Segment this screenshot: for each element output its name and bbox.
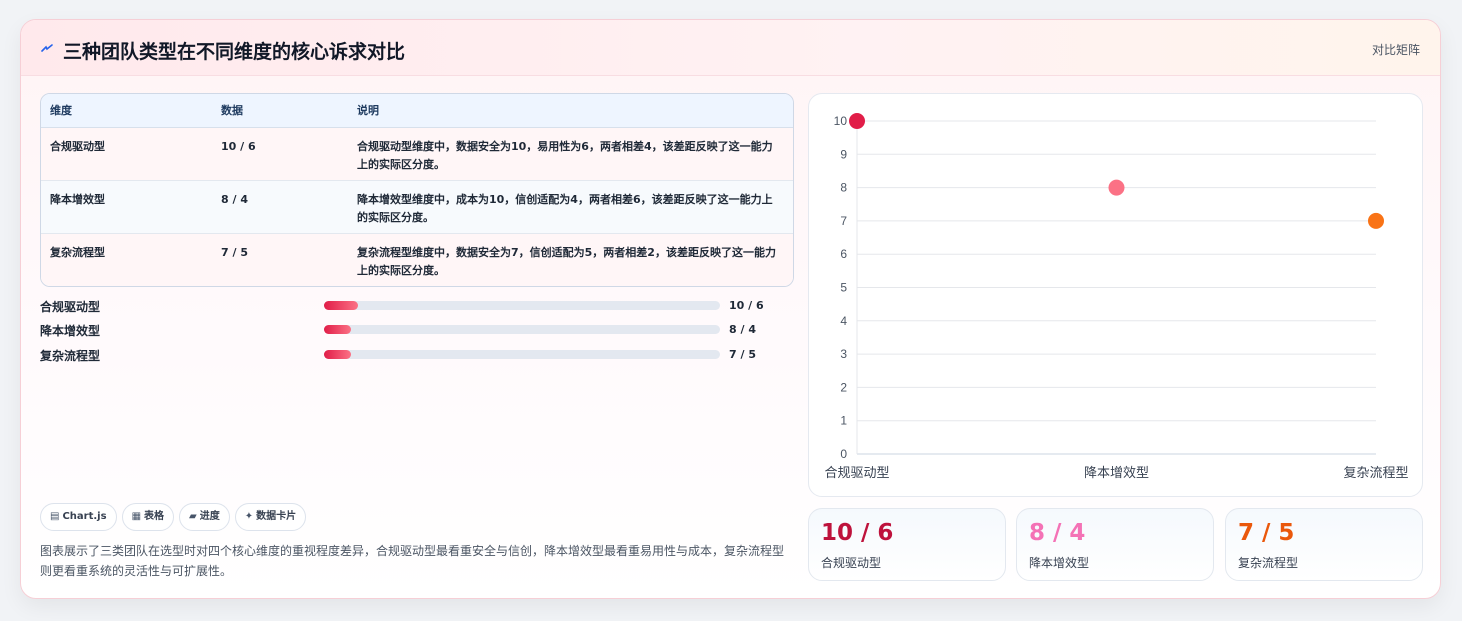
chart-canvas: 0 1 2 3 4 5 6 7 8 9 10 合规驱动型 降本增效型 复杂流程型 <box>824 113 1409 481</box>
cell-data: 7 / 5 <box>221 232 357 286</box>
data-point <box>849 113 865 129</box>
progress-icon: ▰ <box>189 511 197 522</box>
scatter-chart: 0 1 2 3 4 5 6 7 8 9 10 合规驱动型 降本增效型 复杂流程型 <box>808 93 1423 497</box>
stat-card: 8 / 4 降本增效型 <box>1016 508 1214 581</box>
progress-row: 降本增效型 8 / 4 <box>40 320 800 338</box>
y-tick-label: 5 <box>840 281 847 295</box>
y-tick-label: 9 <box>840 147 847 161</box>
table-row: 降本增效型 8 / 4 降本增效型维度中，成本为10，信创适配为4，两者相差6，… <box>41 179 793 233</box>
table-row: 复杂流程型 7 / 5 复杂流程型维度中，数据安全为7，信创适配为5，两者相差2… <box>41 232 793 286</box>
progress-track <box>324 350 720 359</box>
column-header-data: 数据 <box>221 94 357 128</box>
table-icon: ▦ <box>131 511 142 522</box>
page-title: 三种团队类型在不同维度的核心诉求对比 <box>63 41 406 63</box>
progress-fill <box>324 325 351 334</box>
y-tick-label: 1 <box>840 414 847 428</box>
lightning-icon <box>41 44 53 52</box>
progress-value: 8 / 4 <box>729 323 756 336</box>
cell-data: 8 / 4 <box>221 179 357 233</box>
y-tick-label: 3 <box>840 347 847 361</box>
table-header-row: 维度 数据 说明 <box>41 94 793 128</box>
stat-value: 7 / 5 <box>1238 520 1295 546</box>
column-header-dimension: 维度 <box>41 94 221 128</box>
chip-data-card[interactable]: ✦ 数据卡片 <box>234 503 307 531</box>
matrix-badge[interactable]: 对比矩阵 <box>1372 41 1420 58</box>
cell-dimension: 合规驱动型 <box>50 139 105 153</box>
cell-note: 合规驱动型维度中，数据安全为10，易用性为6，两者相差4，该差距反映了这一能力上… <box>357 139 773 171</box>
progress-label: 复杂流程型 <box>40 349 101 363</box>
y-tick-label: 6 <box>840 247 847 261</box>
y-tick-label: 2 <box>840 380 847 394</box>
progress-track <box>324 301 720 310</box>
y-tick-label: 10 <box>834 114 848 128</box>
cell-dimension: 降本增效型 <box>41 179 221 233</box>
cell-dimension: 复杂流程型 <box>41 232 221 286</box>
table-row: 合规驱动型 10 / 6 合规驱动型维度中，数据安全为10，易用性为6，两者相差… <box>41 127 793 180</box>
progress-fill <box>324 350 351 359</box>
chip-label: 进度 <box>199 511 220 522</box>
comparison-table: 维度 数据 说明 合规驱动型 10 / 6 合规驱动型维度中，数据安全为10，易… <box>40 93 794 287</box>
y-tick-label: 8 <box>840 181 847 195</box>
chart-icon: ▤ <box>50 511 60 522</box>
cell-note: 降本增效型维度中，成本为10，信创适配为4，两者相差6，该差距反映了这一能力上的… <box>357 179 793 233</box>
stat-label: 降本增效型 <box>1029 556 1090 570</box>
cell-note: 复杂流程型维度中，数据安全为7，信创适配为5，两者相差2，该差距反映了这一能力上… <box>357 232 793 286</box>
data-point <box>1108 179 1125 196</box>
data-point <box>1368 212 1384 229</box>
stat-card: 10 / 6 合规驱动型 <box>808 508 1006 581</box>
stat-card: 7 / 5 复杂流程型 <box>1225 508 1423 581</box>
stat-label: 复杂流程型 <box>1238 556 1299 570</box>
y-tick-label: 7 <box>840 214 847 228</box>
progress-row: 复杂流程型 7 / 5 <box>40 345 800 363</box>
comparison-card: 三种团队类型在不同维度的核心诉求对比 对比矩阵 维度 数据 说明 合规驱动型 1… <box>20 19 1441 599</box>
progress-label: 合规驱动型 <box>40 300 101 314</box>
chip-label: 数据卡片 <box>256 511 297 522</box>
y-tick-label: 0 <box>840 447 847 461</box>
card-header: 三种团队类型在不同维度的核心诉求对比 对比矩阵 <box>21 20 1440 76</box>
feature-chips: ▤ Chart.js ▦ 表格 ▰ 进度 ✦ 数据卡片 <box>40 503 311 531</box>
progress-value: 7 / 5 <box>729 348 756 361</box>
chip-label: Chart.js <box>62 511 107 522</box>
chip-chartjs[interactable]: ▤ Chart.js <box>40 503 117 531</box>
stat-label: 合规驱动型 <box>821 556 882 570</box>
progress-fill <box>324 301 358 310</box>
progress-row: 合规驱动型 10 / 6 <box>40 296 800 314</box>
chip-label: 表格 <box>144 511 165 522</box>
x-tick-label: 合规驱动型 <box>824 466 889 481</box>
x-tick-label: 降本增效型 <box>1084 466 1149 481</box>
chart-description: 图表展示了三类团队在选型时对四个核心维度的重视程度差异，合规驱动型最看重安全与信… <box>40 544 785 578</box>
chip-table[interactable]: ▦ 表格 <box>121 503 175 531</box>
column-header-note: 说明 <box>357 94 793 128</box>
progress-track <box>324 325 720 334</box>
sparkle-icon: ✦ <box>244 511 254 522</box>
progress-label: 降本增效型 <box>40 324 101 338</box>
y-tick-label: 4 <box>840 314 847 328</box>
stat-value: 10 / 6 <box>821 520 894 546</box>
x-tick-label: 复杂流程型 <box>1343 466 1408 481</box>
stat-value: 8 / 4 <box>1029 520 1086 546</box>
progress-value: 10 / 6 <box>729 299 764 312</box>
chip-progress[interactable]: ▰ 进度 <box>179 503 230 531</box>
cell-data: 10 / 6 <box>221 139 256 153</box>
